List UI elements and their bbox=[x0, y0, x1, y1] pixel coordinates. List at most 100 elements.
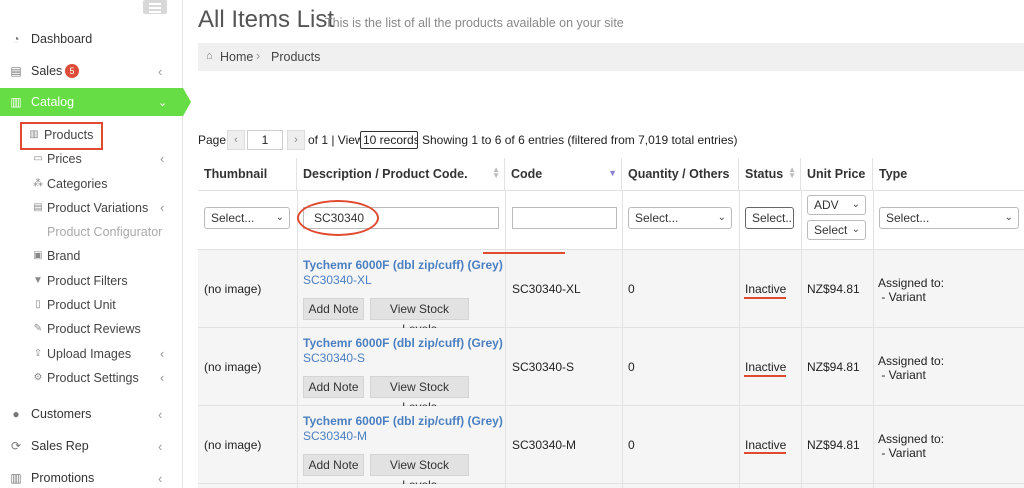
sidebar-item-promotions[interactable]: ▥ Promotions ‹ bbox=[0, 465, 183, 488]
list-icon: ▤ bbox=[33, 202, 43, 213]
column-divider bbox=[505, 190, 506, 488]
sidebar-subitem-product-configurator[interactable]: Product Configurator bbox=[0, 222, 183, 244]
sidebar-subitem-upload-images[interactable]: ⇪ Upload Images ‹ bbox=[0, 344, 183, 366]
page-number-input[interactable]: 1 bbox=[247, 130, 283, 150]
records-per-page-value: 10 records bbox=[363, 133, 418, 147]
sidebar: ◔ Dashboard ▤ Sales 5 ‹ ▥ Catalog ⌄ ▥ Pr… bbox=[0, 0, 183, 488]
chevron-down-icon: ⌄ bbox=[851, 199, 860, 210]
sitemap-icon: ⁂ bbox=[33, 178, 43, 189]
code-filter-input[interactable] bbox=[512, 207, 617, 229]
table-row bbox=[198, 484, 1024, 488]
view-stock-levels-button[interactable]: View Stock Levels bbox=[370, 454, 469, 488]
add-note-button[interactable]: Add Note bbox=[303, 376, 364, 398]
sidebar-subitem-label: Categories bbox=[47, 177, 108, 191]
price-level-select[interactable]: ADV ⌄ bbox=[807, 195, 866, 215]
chevron-left-icon: ‹ bbox=[158, 63, 163, 79]
type-filter-select[interactable]: Select... ⌄ bbox=[879, 207, 1019, 229]
product-code-link[interactable]: SC30340-M bbox=[303, 429, 367, 443]
column-header-label: Type bbox=[879, 167, 908, 181]
menu-toggle-icon[interactable] bbox=[143, 0, 167, 14]
add-note-button[interactable]: Add Note bbox=[303, 454, 364, 476]
breadcrumb: ⌂ Home › Products bbox=[198, 43, 1024, 71]
annotation-underline bbox=[744, 375, 786, 377]
annotation-box-products bbox=[20, 122, 103, 150]
quantity-filter-select[interactable]: Select... ⌄ bbox=[628, 207, 732, 229]
quantity-cell: 0 bbox=[628, 438, 635, 452]
column-header-code[interactable]: Code ▼ bbox=[505, 158, 622, 190]
sidebar-item-catalog[interactable]: ▥ Catalog ⌄ bbox=[0, 88, 183, 116]
add-note-button[interactable]: Add Note bbox=[303, 298, 364, 320]
sidebar-item-dashboard[interactable]: ◔ Dashboard bbox=[0, 26, 183, 52]
user-icon: ● bbox=[12, 407, 20, 421]
gear-icon: ⚙ bbox=[33, 372, 43, 383]
status-cell: Inactive bbox=[745, 360, 787, 374]
sort-icon: ▲ ▼ bbox=[492, 165, 500, 180]
sidebar-item-label: Sales bbox=[31, 64, 63, 78]
sidebar-subitem-label: Product Settings bbox=[47, 371, 139, 385]
column-header-unit-price[interactable]: Unit Price bbox=[801, 158, 873, 190]
sidebar-item-sales[interactable]: ▤ Sales 5 ‹ bbox=[0, 58, 183, 84]
sort-desc-icon: ▼ bbox=[608, 168, 617, 178]
thumbnail-cell: (no image) bbox=[204, 282, 262, 296]
thumbnail-cell: (no image) bbox=[204, 438, 262, 452]
unit-price-cell: NZ$94.81 bbox=[807, 282, 860, 296]
column-header-type[interactable]: Type bbox=[873, 158, 1024, 190]
breadcrumb-home[interactable]: Home bbox=[220, 50, 253, 64]
price-filter-select[interactable]: Select ⌄ bbox=[807, 220, 866, 240]
thumbnail-cell: (no image) bbox=[204, 360, 262, 374]
annotation-underline bbox=[483, 252, 565, 254]
column-divider bbox=[622, 190, 623, 488]
column-header-status[interactable]: Status ▲ ▼ bbox=[739, 158, 801, 190]
product-code-link[interactable]: SC30340-XL bbox=[303, 273, 372, 287]
chevron-left-icon: ‹ bbox=[158, 438, 163, 454]
chevron-left-icon: ‹ bbox=[160, 370, 165, 385]
product-name-link[interactable]: Tychemr 6000F (dbl zip/cuff) (Grey) bbox=[303, 258, 503, 272]
type-cell: Assigned to: - Variant bbox=[878, 354, 945, 382]
sidebar-subitem-label: Product Reviews bbox=[47, 322, 141, 336]
column-header-thumbnail[interactable]: Thumbnail bbox=[198, 158, 297, 190]
quantity-cell: 0 bbox=[628, 360, 635, 374]
prev-page-button[interactable]: ‹ bbox=[227, 130, 245, 150]
sidebar-item-label: Customers bbox=[31, 407, 92, 421]
sidebar-subitem-product-settings[interactable]: ⚙ Product Settings ‹ bbox=[0, 368, 183, 390]
sidebar-subitem-product-unit[interactable]: ▯ Product Unit bbox=[0, 295, 183, 317]
chevron-left-icon: ‹ bbox=[160, 151, 165, 166]
page-title: All Items List bbox=[198, 6, 335, 33]
product-name-link[interactable]: Tychemr 6000F (dbl zip/cuff) (Grey) bbox=[303, 336, 503, 350]
status-filter-select[interactable]: Select... bbox=[745, 207, 794, 229]
chevron-down-icon: ⌄ bbox=[1004, 212, 1013, 223]
product-code-link[interactable]: SC30340-S bbox=[303, 351, 365, 365]
column-header-quantity[interactable]: Quantity / Others bbox=[622, 158, 739, 190]
sidebar-subitem-product-reviews[interactable]: ✎ Product Reviews bbox=[0, 319, 183, 341]
product-name-link[interactable]: Tychemr 6000F (dbl zip/cuff) (Grey) bbox=[303, 414, 503, 428]
quantity-cell: 0 bbox=[628, 282, 635, 296]
code-cell: SC30340-S bbox=[512, 360, 575, 374]
upload-icon: ⇪ bbox=[33, 348, 43, 359]
sidebar-subitem-categories[interactable]: ⁂ Categories bbox=[0, 174, 183, 196]
table-row: (no image) Tychemr 6000F (dbl zip/cuff) … bbox=[198, 406, 1024, 488]
dashboard-icon: ◔ bbox=[12, 32, 20, 46]
sidebar-item-sales-rep[interactable]: ⟳ Sales Rep ‹ bbox=[0, 433, 183, 459]
select-value: Select... bbox=[752, 211, 794, 225]
sidebar-subitem-prices[interactable]: ▭ Prices ‹ bbox=[0, 149, 183, 171]
records-per-page-select[interactable]: 10 records bbox=[360, 131, 418, 149]
next-page-button[interactable]: › bbox=[287, 130, 305, 150]
column-header-label: Status bbox=[745, 167, 784, 181]
sidebar-subitem-product-variations[interactable]: ▤ Product Variations ‹ bbox=[0, 198, 183, 220]
column-divider bbox=[873, 190, 874, 488]
edit-icon: ✎ bbox=[33, 323, 43, 334]
status-cell: Inactive bbox=[745, 282, 787, 296]
sort-icon: ▲ ▼ bbox=[788, 165, 796, 180]
view-stock-levels-button[interactable]: View Stock Levels bbox=[370, 298, 469, 336]
column-header-description[interactable]: Description / Product Code. ▲ ▼ bbox=[297, 158, 505, 190]
sales-count-badge: 5 bbox=[65, 64, 79, 78]
sidebar-subitem-brand[interactable]: ▣ Brand bbox=[0, 246, 183, 268]
view-stock-levels-button[interactable]: View Stock Levels bbox=[370, 376, 469, 414]
filter-icon: ▼ bbox=[33, 275, 43, 286]
page-label: Page bbox=[198, 133, 227, 147]
sidebar-subitem-product-filters[interactable]: ▼ Product Filters bbox=[0, 271, 183, 293]
sidebar-item-customers[interactable]: ● Customers ‹ bbox=[0, 401, 183, 427]
thumbnail-filter-select[interactable]: Select... ⌄ bbox=[204, 207, 290, 229]
table-row: (no image) Tychemr 6000F (dbl zip/cuff) … bbox=[198, 328, 1024, 414]
select-value: Select... bbox=[211, 211, 255, 225]
